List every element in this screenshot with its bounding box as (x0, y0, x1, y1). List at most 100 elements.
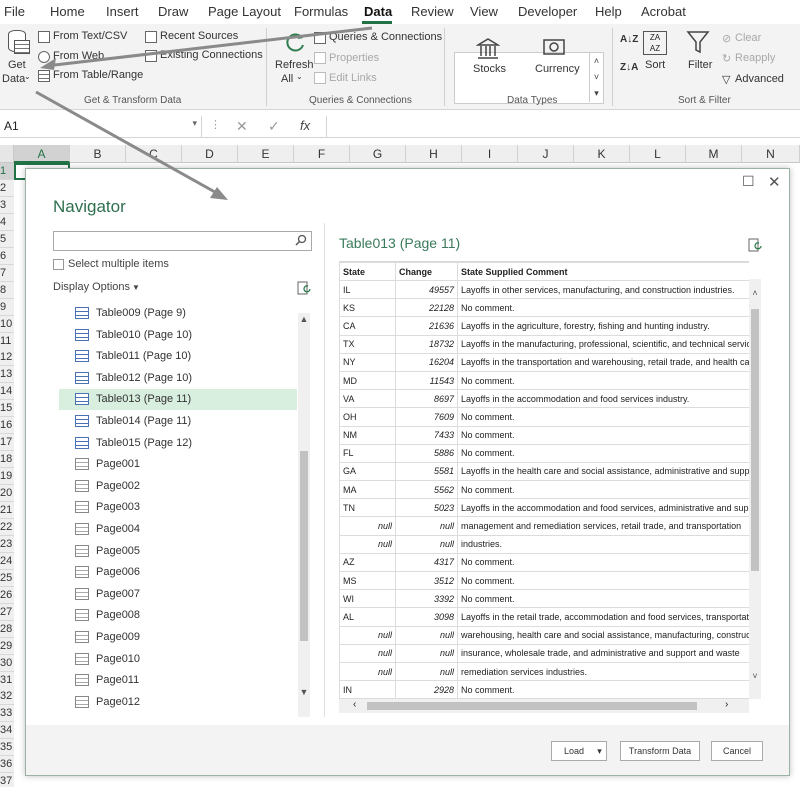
load-dropdown-button[interactable]: ▾ (593, 741, 607, 761)
row-header[interactable]: 17 (0, 434, 14, 452)
nav-item-page[interactable]: Page009 (59, 627, 297, 648)
gallery-down-button[interactable]: ˅ (589, 69, 603, 85)
row-header[interactable]: 20 (0, 485, 14, 503)
row-header[interactable]: 37 (0, 773, 14, 787)
row-header[interactable]: 5 (0, 230, 14, 248)
nav-item-page[interactable]: Page005 (59, 541, 297, 562)
column-header[interactable]: F (294, 145, 350, 163)
row-header[interactable]: 9 (0, 298, 14, 316)
column-header[interactable]: E (238, 145, 294, 163)
refresh-icon[interactable] (748, 238, 762, 252)
row-header[interactable]: 25 (0, 569, 14, 587)
nav-item-table[interactable]: Table011 (Page 10) (59, 346, 297, 367)
tab-page-layout[interactable]: Page Layout (208, 4, 281, 19)
row-header[interactable]: 33 (0, 705, 14, 723)
scroll-down-arrow[interactable]: ▼ (298, 687, 310, 697)
row-header[interactable]: 3 (0, 196, 14, 214)
nav-item-page[interactable]: Page007 (59, 584, 297, 605)
row-header[interactable]: 22 (0, 518, 14, 536)
load-button[interactable]: Load (551, 741, 597, 761)
column-header[interactable]: J (518, 145, 574, 163)
tab-draw[interactable]: Draw (158, 4, 188, 19)
nav-list-scrollbar[interactable]: ▲ ▼ (298, 313, 310, 717)
row-header[interactable]: 14 (0, 383, 14, 401)
row-header[interactable]: 21 (0, 502, 14, 519)
row-header[interactable]: 18 (0, 451, 14, 469)
nav-item-table[interactable]: Table014 (Page 11) (59, 411, 297, 432)
nav-item-page[interactable]: Page003 (59, 497, 297, 518)
scroll-right-arrow[interactable]: › (725, 699, 728, 710)
close-icon[interactable]: ✕ (768, 173, 781, 191)
search-input[interactable] (53, 231, 312, 251)
name-box[interactable]: A1 ▾ (0, 116, 202, 137)
preview-horizontal-scrollbar[interactable]: ‹ › (339, 699, 749, 713)
row-header[interactable]: 15 (0, 400, 14, 418)
column-header[interactable]: M (686, 145, 742, 163)
column-header[interactable]: K (574, 145, 630, 163)
scrollbar-thumb[interactable] (751, 309, 759, 571)
tab-data[interactable]: Data (364, 4, 392, 19)
select-all-corner[interactable] (0, 145, 14, 163)
nav-item-page[interactable]: Page008 (59, 605, 297, 626)
maximize-icon[interactable]: ☐ (742, 173, 755, 190)
nav-item-page[interactable]: Page002 (59, 476, 297, 497)
column-header[interactable]: I (462, 145, 518, 163)
select-multiple-checkbox[interactable] (53, 259, 64, 270)
row-header[interactable]: 8 (0, 281, 14, 299)
tab-developer[interactable]: Developer (518, 4, 577, 19)
nav-item-page[interactable]: Page006 (59, 562, 297, 583)
nav-item-table[interactable]: Table009 (Page 9) (59, 303, 297, 324)
nav-item-page[interactable]: Page001 (59, 454, 297, 475)
row-header[interactable]: 16 (0, 417, 14, 435)
column-header[interactable]: G (350, 145, 406, 163)
row-header[interactable]: 19 (0, 468, 14, 486)
sort-z-to-a-icon[interactable]: Z↓A (620, 62, 638, 73)
cancel-entry-icon[interactable]: ✕ (236, 118, 248, 135)
tab-home[interactable]: Home (50, 4, 85, 19)
row-header[interactable]: 28 (0, 620, 14, 638)
refresh-icon[interactable] (297, 281, 311, 295)
search-icon[interactable] (295, 234, 307, 246)
chevron-down-icon[interactable]: ▾ (192, 118, 197, 129)
row-header[interactable]: 1 (0, 163, 14, 180)
column-header[interactable]: A (14, 145, 70, 163)
formula-input[interactable] (326, 116, 800, 137)
gallery-more-button[interactable]: ▾ (589, 85, 603, 102)
scroll-down-arrow[interactable]: ˅ (749, 671, 761, 681)
row-header[interactable]: 10 (0, 315, 14, 333)
scroll-up-arrow[interactable]: ˄ (749, 288, 761, 298)
nav-item-table[interactable]: Table010 (Page 10) (59, 325, 297, 346)
column-header[interactable]: N (742, 145, 800, 163)
nav-item-page[interactable]: Page004 (59, 519, 297, 540)
tab-formulas[interactable]: Formulas (294, 4, 348, 19)
nav-item-table[interactable]: Table012 (Page 10) (59, 368, 297, 389)
insert-function-button[interactable]: fx (300, 118, 310, 133)
nav-item-table[interactable]: Table015 (Page 12) (59, 433, 297, 454)
sort-a-to-z-icon[interactable]: A↓Z (620, 34, 638, 45)
scrollbar-thumb[interactable] (367, 702, 697, 710)
row-header[interactable]: 32 (0, 688, 14, 706)
row-header[interactable]: 12 (0, 349, 14, 367)
column-header[interactable]: L (630, 145, 686, 163)
tab-insert[interactable]: Insert (106, 4, 139, 19)
row-header[interactable]: 34 (0, 722, 14, 740)
tab-help[interactable]: Help (595, 4, 622, 19)
column-header[interactable]: H (406, 145, 462, 163)
row-header[interactable]: 2 (0, 179, 14, 197)
nav-item-table[interactable]: Table013 (Page 11) (59, 389, 297, 411)
scroll-left-arrow[interactable]: ‹ (353, 699, 356, 710)
nav-item-page[interactable]: Page011 (59, 670, 297, 691)
row-header[interactable]: 13 (0, 366, 14, 384)
row-header[interactable]: 4 (0, 213, 14, 231)
tab-view[interactable]: View (470, 4, 498, 19)
column-header[interactable]: C (126, 145, 182, 163)
tab-file[interactable]: File (4, 4, 25, 19)
row-header[interactable]: 11 (0, 332, 14, 350)
column-header[interactable]: State Supplied Comment (457, 262, 749, 281)
row-header[interactable]: 26 (0, 586, 14, 604)
gallery-up-button[interactable]: ˄ (589, 53, 603, 69)
row-header[interactable]: 36 (0, 756, 14, 774)
transform-data-button[interactable]: Transform Data (620, 741, 700, 761)
row-header[interactable]: 24 (0, 552, 14, 570)
row-header[interactable]: 35 (0, 739, 14, 757)
